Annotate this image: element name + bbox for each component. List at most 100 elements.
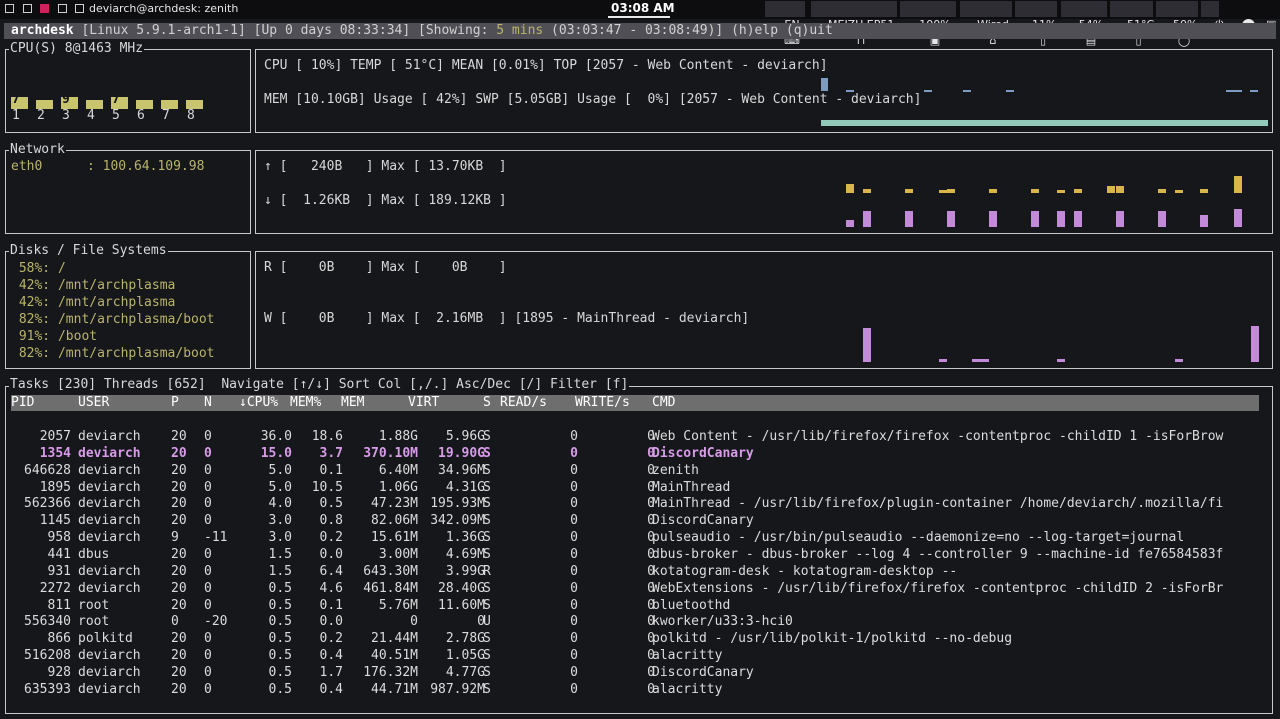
column-header-cmd[interactable]: CMD	[652, 395, 675, 411]
task-row[interactable]: 866 polkitd 20 0 0.5 0.2 21.44M 2.78G S 0 0 polkitd…	[11, 630, 1269, 647]
discord-tray-button[interactable]	[1228, 1, 1255, 32]
cpu-graph-bar	[1226, 90, 1242, 92]
task-row[interactable]: 646628 deviarch 20 0 5.0 0.1 6.40M 34.96M S 0 0 zen…	[11, 462, 1269, 479]
column-header-user[interactable]: USER	[78, 395, 109, 411]
bluetooth-module[interactable]: MEIZU EP51 ⊓	[811, 1, 897, 47]
network-upload-bar	[1074, 189, 1082, 193]
task-row[interactable]: 1145 deviarch 20 0 3.0 0.8 82.06M 342.09M S 0 0 Dis…	[11, 512, 1269, 529]
task-user: deviarch	[78, 681, 141, 697]
disk-item[interactable]: 82%: /mnt/archplasma/boot	[11, 345, 215, 362]
power-button[interactable]: ⏻	[1201, 1, 1224, 31]
column-header-state[interactable]: S	[483, 395, 491, 411]
task-mem: 3.00M	[378, 546, 418, 562]
disks-panel-title: Disks / File Systems	[9, 243, 168, 258]
task-row[interactable]: 635393 deviarch 20 0 0.5 0.4 44.71M 987.92M S 0 0 a…	[11, 681, 1269, 698]
task-pid: 562366	[24, 496, 71, 512]
clock-underline	[608, 16, 670, 18]
task-row[interactable]: 516208 deviarch 20 0 0.5 0.4 40.51M 1.05G S 0 0 ala…	[11, 647, 1269, 664]
column-header-write[interactable]: WRITE/s	[575, 395, 630, 411]
disk-usage-percent: 58%:	[11, 261, 51, 276]
network-upload-bar	[1031, 189, 1039, 193]
task-nice: 0	[204, 648, 212, 664]
disk-usage-percent: 42%:	[11, 295, 51, 310]
disk-item[interactable]: 82%: /mnt/archplasma/boot	[11, 311, 215, 328]
task-priority: 20	[171, 681, 187, 697]
task-row[interactable]: 811 root 20 0 0.5 0.1 5.76M 11.60M S 0 0 bluetoothd	[11, 597, 1269, 614]
task-read: 0	[570, 496, 578, 512]
task-row[interactable]: 1895 deviarch 20 0 5.0 10.5 1.06G 4.31G S 0 0 MainT…	[11, 479, 1269, 496]
task-pid: 928	[47, 664, 71, 680]
task-nice: 0	[204, 513, 212, 529]
network-upload-line: ↑ [ 240B ] Max [ 13.70KB ]	[264, 159, 507, 174]
task-row[interactable]: 556340 root 0 -20 0.5 0.0 0 0 U 0 0 kworker/u33:3-h…	[11, 613, 1269, 630]
disk-item[interactable]: 42%: /mnt/archplasma	[11, 277, 176, 294]
workspace-1-button[interactable]	[5, 4, 14, 13]
workspace-5-button[interactable]	[75, 4, 84, 13]
disk-read-line: R [ 0B ] Max [ 0B ]	[264, 260, 507, 275]
brightness-module[interactable]: 50% ◯	[1156, 1, 1198, 47]
workspace-3-button[interactable]	[40, 4, 49, 13]
tasks-panel-title: Tasks [230] Threads [652] Navigate [↑/↓]…	[9, 377, 630, 392]
cpu-module[interactable]: 100% ▣	[900, 1, 956, 47]
task-nice: 0	[204, 429, 212, 444]
task-table-header[interactable]: PID USER P N ↓CPU% MEM% MEM VIRT S READ/s WRITE/s C…	[11, 395, 1259, 411]
column-header-pid[interactable]: PID	[11, 395, 34, 411]
task-pid: 646628	[24, 462, 71, 478]
task-virt: 4.69M	[445, 546, 485, 562]
task-mem: 21.44M	[371, 631, 418, 647]
column-header-mem-percent[interactable]: MEM%	[290, 395, 321, 411]
disk-item[interactable]: 42%: /mnt/archplasma	[11, 294, 176, 311]
top-bar: deviarch@archdesk: zenith 03:08 AM EN ⌨ …	[0, 0, 1280, 47]
disk-item[interactable]: 58%: /	[11, 260, 66, 277]
task-state: S	[483, 445, 491, 461]
task-row[interactable]: 931 deviarch 20 0 1.5 6.4 643.30M 3.99G R 0 0 kotat…	[11, 563, 1269, 580]
column-header-nice[interactable]: N	[204, 395, 212, 411]
network-download-bar	[1031, 211, 1039, 227]
battery-module[interactable]: 11% ▯	[1015, 1, 1057, 47]
ram-module[interactable]: 54% ▤	[1061, 1, 1107, 47]
task-user: deviarch	[78, 664, 141, 680]
network-panel-title: Network	[9, 142, 66, 157]
task-virt: 1.05G	[445, 648, 485, 664]
keyboard-layout-module[interactable]: EN ⌨	[765, 1, 805, 47]
disk-item[interactable]: 91%: /boot	[11, 328, 97, 345]
task-row[interactable]: 1354 deviarch 20 0 15.0 3.7 370.10M 19.90G S 0 0 Di…	[11, 445, 1269, 462]
workspace-4-button[interactable]	[58, 4, 67, 13]
clock[interactable]: 03:08 AM	[611, 1, 675, 15]
network-upload-bar	[989, 189, 997, 193]
task-row[interactable]: 562366 deviarch 20 0 4.0 0.5 47.23M 195.93M S 0 0 M…	[11, 495, 1269, 512]
task-mem-percent: 1.7	[319, 664, 343, 680]
task-row[interactable]: 2272 deviarch 20 0 0.5 4.6 461.84M 28.40G S 0 0 Web…	[11, 580, 1269, 597]
showing-range[interactable]: 5 mins	[496, 23, 543, 38]
network-module[interactable]: Wired ⌂	[960, 1, 1012, 47]
task-pid: 556340	[24, 614, 71, 630]
temperature-module[interactable]: 51°C ▯	[1110, 1, 1154, 47]
column-header-virt[interactable]: VIRT	[408, 395, 439, 411]
task-row[interactable]: 441 dbus 20 0 1.5 0.0 3.00M 4.69M S 0 0 dbus-broker…	[11, 546, 1269, 563]
disk-io-graph-bar	[1251, 326, 1259, 362]
gamepad-tray-button[interactable]: ▣	[1252, 1, 1276, 31]
column-header-read[interactable]: READ/s	[500, 395, 547, 411]
network-upload-bar	[939, 190, 947, 193]
task-state: S	[483, 664, 491, 680]
task-row[interactable]: 928 deviarch 20 0 0.5 1.7 176.32M 4.77G S 0 0 Disco…	[11, 664, 1269, 681]
cpu-core-label: 7	[162, 108, 170, 123]
task-mem: 82.06M	[371, 513, 418, 529]
task-user: deviarch	[78, 479, 141, 495]
task-row[interactable]: 2057 deviarch 20 0 36.0 18.6 1.88G 5.96G S 0 0 Web …	[11, 428, 1269, 445]
task-priority: 20	[171, 597, 187, 613]
task-state: R	[483, 563, 491, 579]
task-priority: 20	[171, 479, 187, 495]
column-header-priority[interactable]: P	[171, 395, 179, 411]
column-header-mem[interactable]: MEM	[341, 395, 364, 411]
task-cmd: WebExtensions - /usr/lib/firefox/firefox…	[652, 580, 1224, 596]
workspace-2-button[interactable]	[23, 4, 32, 13]
task-cmd: kotatogram-desk - kotatogram-desktop --	[652, 563, 958, 579]
column-header-cpu[interactable]: ↓CPU%	[239, 395, 278, 411]
task-read: 0	[570, 631, 578, 647]
task-row[interactable]: 958 deviarch 9 -11 3.0 0.2 15.61M 1.36G S 0 0 pulse…	[11, 529, 1269, 546]
task-read: 0	[570, 681, 578, 697]
task-cmd: MainThread - /usr/lib/firefox/plugin-con…	[652, 496, 1224, 512]
task-mem-percent: 0.1	[319, 597, 343, 613]
task-cpu: 0.5	[268, 648, 292, 664]
